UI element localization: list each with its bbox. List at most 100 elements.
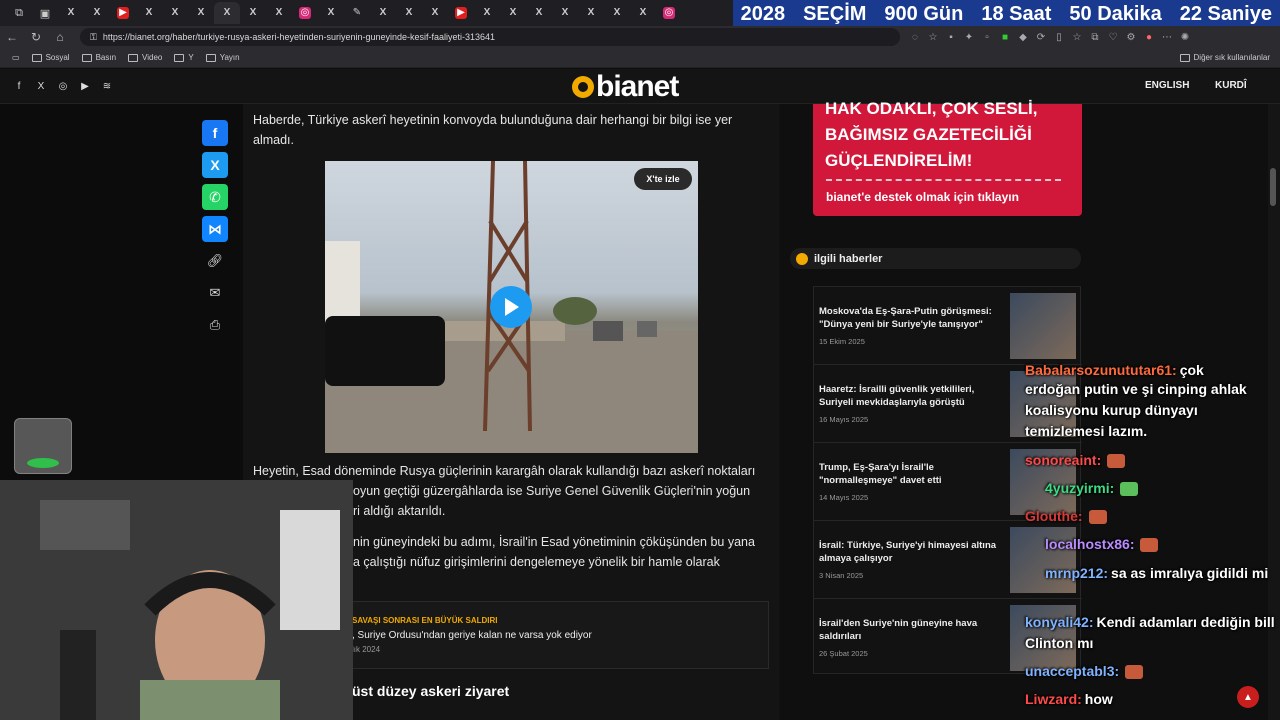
read-aloud-icon[interactable]: ◌: [906, 32, 924, 43]
watch-on-x-button[interactable]: X'te izle: [634, 168, 692, 190]
chat-username: mrnp212:: [1045, 565, 1109, 581]
extension-icon[interactable]: ■: [996, 32, 1014, 43]
bookmark-folder-yayin[interactable]: Yayın: [205, 53, 240, 62]
extension-icon[interactable]: ✦: [960, 32, 978, 43]
kurdi-link[interactable]: KURDÎ: [1215, 80, 1247, 91]
news-title: İsrail'den Suriye'nin güneyine hava sald…: [819, 618, 978, 642]
back-icon[interactable]: ←: [0, 30, 24, 44]
share-facebook-button[interactable]: f: [202, 120, 228, 146]
extensions-icon[interactable]: ⚙: [1122, 32, 1140, 43]
tab-x[interactable]: X: [500, 2, 526, 24]
tab-x[interactable]: X: [240, 2, 266, 24]
english-link[interactable]: ENGLISH: [1145, 80, 1189, 91]
chat-username: localhostx86:: [1045, 536, 1135, 552]
promo-divider: [826, 177, 1061, 181]
share-whatsapp-button[interactable]: ✆: [202, 184, 228, 210]
jar-icon: [27, 458, 59, 468]
news-title: Trump, Eş-Şara'yı İsrail'le "normalleşme…: [819, 462, 942, 486]
folder-icon: [31, 53, 42, 62]
play-button[interactable]: [490, 286, 532, 328]
tab-bianet[interactable]: X: [214, 2, 240, 24]
bookmark-apps-icon[interactable]: ▭: [12, 53, 20, 62]
tab-x[interactable]: X: [474, 2, 500, 24]
favorite-star-icon[interactable]: ☆: [924, 32, 942, 43]
print-button[interactable]: ⎙: [204, 314, 226, 336]
tab-actions-icon[interactable]: ▣: [32, 2, 58, 24]
other-bookmarks[interactable]: Diğer sık kullanılanlar: [1179, 53, 1270, 62]
tab-pen[interactable]: ✎: [344, 2, 370, 24]
logo-mark-icon: [572, 76, 594, 98]
bookmark-label: Basın: [95, 53, 117, 62]
list-item[interactable]: Moskova'da Eş-Şara-Putin görüşmesi: "Dün…: [814, 287, 1082, 365]
tab-x[interactable]: X: [578, 2, 604, 24]
extension-icon[interactable]: ⟳: [1032, 32, 1050, 43]
extension-icon[interactable]: ◆: [1014, 32, 1032, 43]
x-icon[interactable]: X: [30, 81, 52, 92]
instagram-icon[interactable]: ◎: [52, 81, 74, 92]
x-icon: X: [613, 7, 621, 18]
rss-icon[interactable]: ≋: [96, 81, 118, 92]
folder-icon: [205, 53, 216, 62]
emote-icon: [1140, 538, 1159, 553]
tab-x[interactable]: X: [84, 2, 110, 24]
x-icon: X: [210, 157, 220, 173]
tab-x[interactable]: X: [422, 2, 448, 24]
article-paragraph-line: oyun geçtiği güzergâhlarda ise Suriye Ge…: [353, 484, 751, 498]
tab-x[interactable]: X: [370, 2, 396, 24]
bookmark-folder-video[interactable]: Video: [128, 53, 162, 62]
url-field[interactable]: ⚿ https://bianet.org/haber/turkiye-rusya…: [80, 28, 900, 46]
tab-youtube[interactable]: ▶: [448, 2, 474, 24]
youtube-icon[interactable]: ▶: [74, 81, 96, 92]
chat-username: Glouthe:: [1025, 508, 1083, 524]
share-x-button[interactable]: X: [202, 152, 228, 178]
bookmark-folder-basin[interactable]: Basın: [81, 53, 117, 62]
site-info-icon[interactable]: ⚿: [90, 32, 97, 43]
tab-x[interactable]: X: [526, 2, 552, 24]
support-promo-banner[interactable]: HAK ODAKLI, ÇOK SESLİ, BAĞIMSIZ GAZETECİ…: [813, 99, 1082, 216]
tab-x[interactable]: X: [188, 2, 214, 24]
tab-x[interactable]: X: [396, 2, 422, 24]
emote-icon: [1125, 665, 1144, 680]
collections-icon[interactable]: ⧉: [1086, 32, 1104, 43]
tab-instagram[interactable]: ◎: [656, 2, 682, 24]
tab-x[interactable]: X: [604, 2, 630, 24]
share-email-button[interactable]: ✉: [204, 282, 226, 304]
tab-x[interactable]: X: [266, 2, 292, 24]
facebook-icon[interactable]: f: [8, 81, 30, 92]
tab-x[interactable]: X: [58, 2, 84, 24]
bookmark-folder-y[interactable]: Y: [174, 53, 194, 62]
chat-message: 4yuzyirmi:: [1025, 478, 1275, 499]
whatsapp-icon: ✆: [209, 188, 221, 205]
x-icon: X: [93, 7, 101, 18]
bianet-logo[interactable]: bianet: [572, 70, 679, 104]
bookmark-folder-sosyal[interactable]: Sosyal: [31, 53, 70, 62]
split-screen-icon[interactable]: ▯: [1050, 32, 1068, 43]
workspaces-icon[interactable]: ⧉: [6, 2, 32, 24]
tab-youtube[interactable]: ▶: [110, 2, 136, 24]
copilot-icon[interactable]: ✺: [1176, 32, 1194, 43]
tab-x[interactable]: X: [552, 2, 578, 24]
more-menu-icon[interactable]: ⋯: [1158, 32, 1176, 43]
promo-line: GÜÇLENDİRELİM!: [825, 151, 973, 170]
extension-icon[interactable]: ▫: [978, 32, 996, 43]
tab-instagram[interactable]: ◎: [292, 2, 318, 24]
play-icon: [505, 298, 519, 316]
countdown-label: SEÇİM: [803, 2, 867, 25]
copy-link-button[interactable]: 🔗︎: [204, 250, 226, 272]
tab-x[interactable]: X: [630, 2, 656, 24]
tab-x[interactable]: X: [162, 2, 188, 24]
scrollbar-thumb[interactable]: [1270, 168, 1276, 206]
share-bluesky-button[interactable]: ⋈: [202, 216, 228, 242]
inline-related-card[interactable]: SAVAŞI SONRASI EN BÜYÜK SALDIRI , Suriye…: [337, 601, 769, 669]
browser-essentials-icon[interactable]: ♡: [1104, 32, 1122, 43]
tab-x[interactable]: X: [318, 2, 344, 24]
scroll-to-top-button[interactable]: ▲: [1237, 686, 1259, 708]
tab-x[interactable]: X: [136, 2, 162, 24]
favorites-icon[interactable]: ☆: [1068, 32, 1086, 43]
related-kicker: SAVAŞI SONRASI EN BÜYÜK SALDIRI: [352, 616, 498, 625]
profile-avatar[interactable]: ●: [1140, 32, 1158, 43]
reload-icon[interactable]: ↻: [24, 30, 48, 44]
x-icon: X: [587, 7, 595, 18]
extension-icon[interactable]: ▪: [942, 32, 960, 43]
home-icon[interactable]: ⌂: [48, 30, 72, 44]
